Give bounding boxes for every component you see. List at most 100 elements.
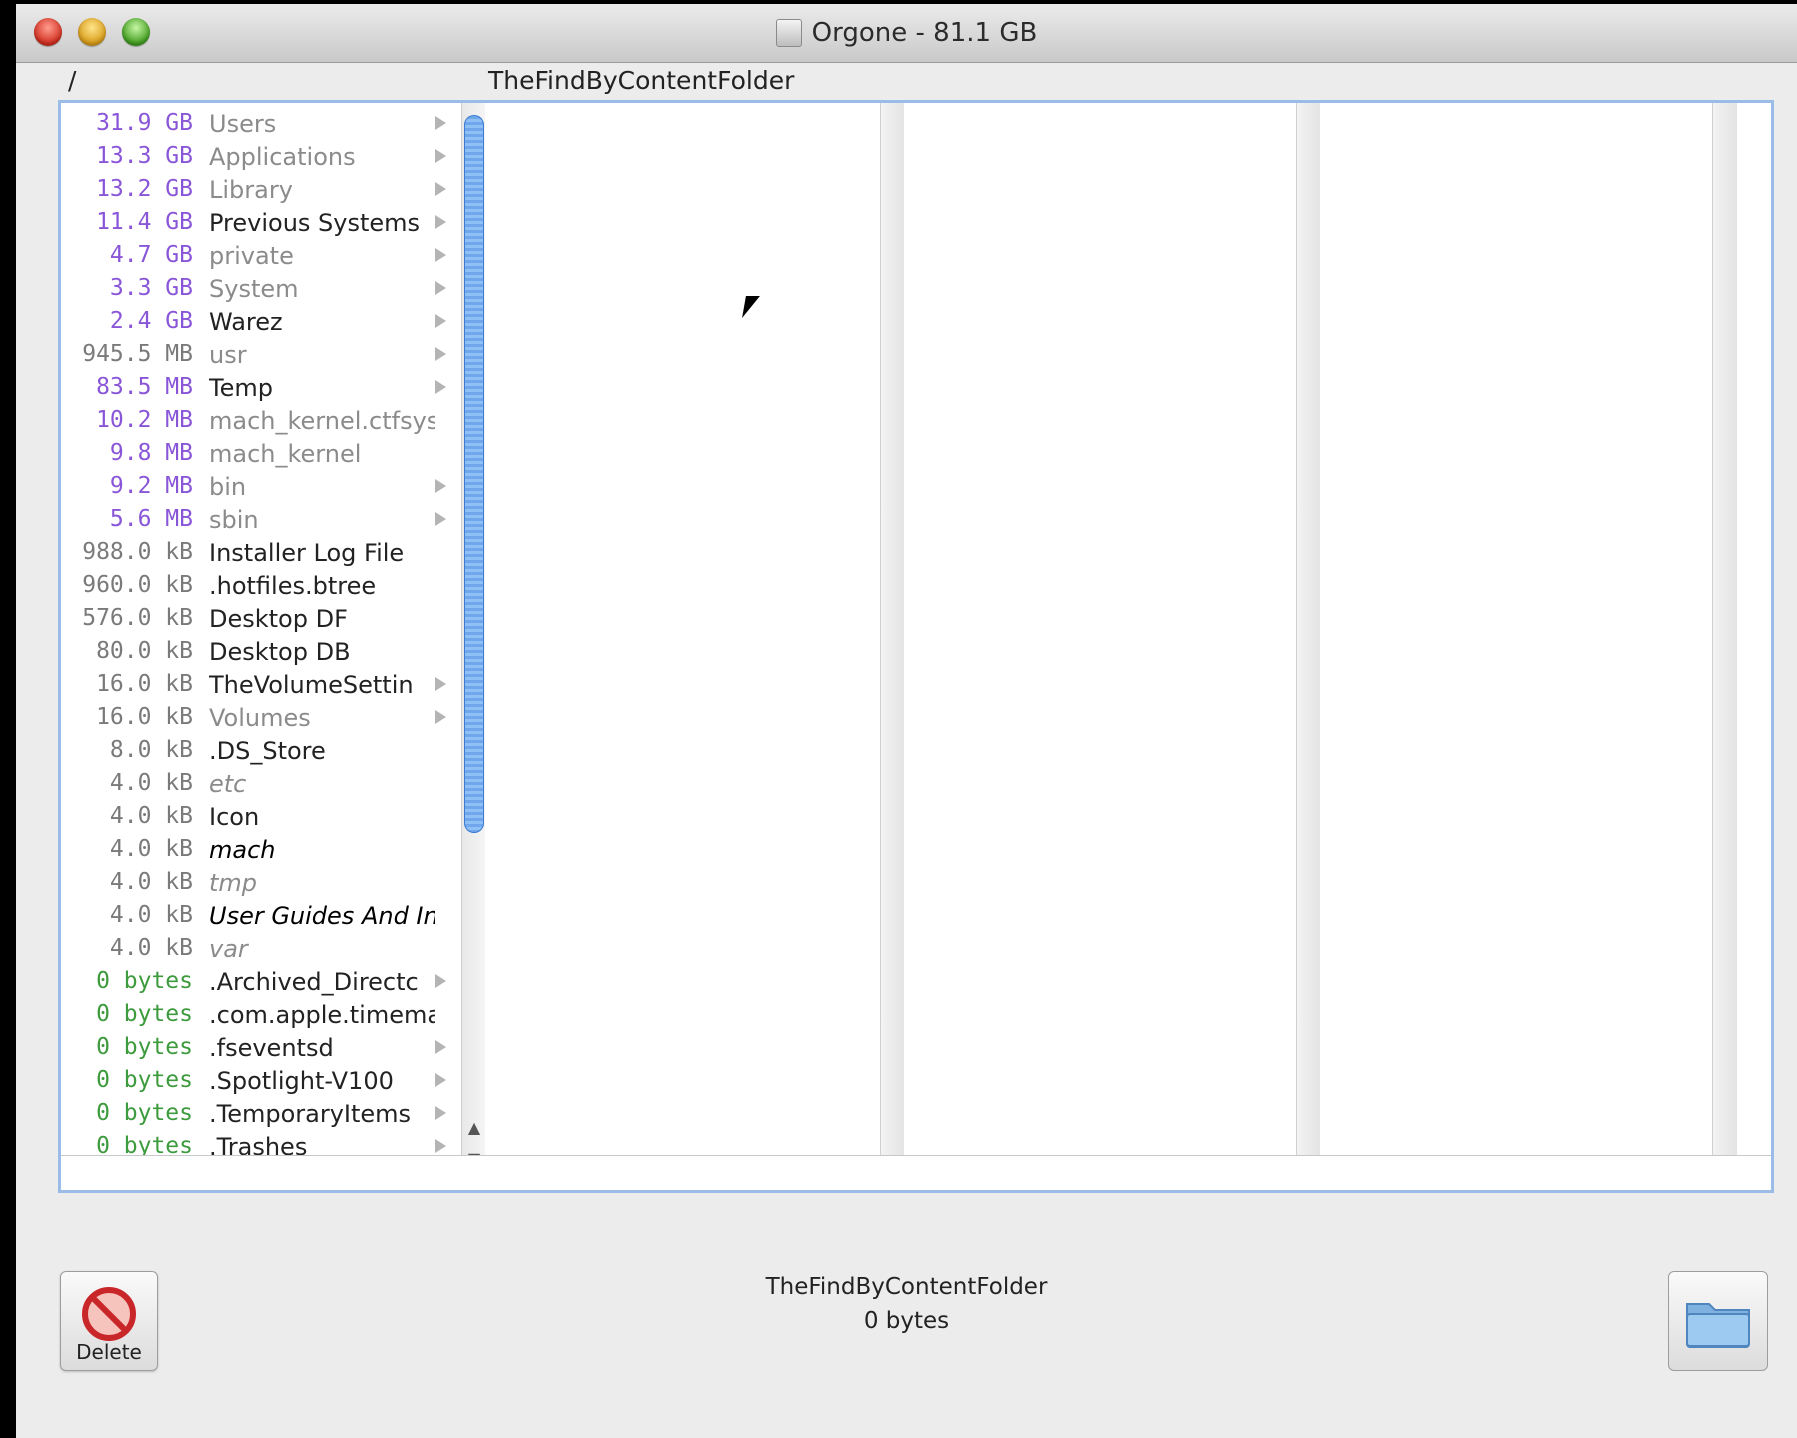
file-name: .Spotlight-V100 (209, 1067, 394, 1095)
disclosure-arrow-icon[interactable] (435, 974, 446, 988)
file-size: 4.0 kB (109, 770, 193, 796)
file-size: 0 bytes (96, 1034, 193, 1060)
file-row[interactable]: 960.0 kB .hotfiles.btree (61, 569, 461, 602)
disclosure-arrow-icon[interactable] (435, 248, 446, 262)
file-size: 13.2 GB (96, 176, 193, 202)
file-row[interactable]: 83.5 MB Temp (61, 371, 461, 404)
file-size: 16.0 kB (96, 671, 193, 697)
path-root[interactable]: / (68, 66, 76, 95)
file-row[interactable]: 4.0 kB tmp (61, 866, 461, 899)
file-name: var (209, 935, 248, 963)
file-row[interactable]: 11.4 GB Previous Systems (61, 206, 461, 239)
disclosure-arrow-icon[interactable] (435, 512, 446, 526)
file-row[interactable]: 0 bytes .Archived_Directc (61, 965, 461, 998)
scrollbar-thumb[interactable] (464, 115, 484, 833)
file-row[interactable]: 80.0 kB Desktop DB (61, 635, 461, 668)
file-row[interactable]: 0 bytes .fseventsd (61, 1031, 461, 1064)
disclosure-arrow-icon[interactable] (435, 479, 446, 493)
selection-size: 0 bytes (863, 1308, 950, 1334)
file-size: 2.4 GB (109, 308, 193, 334)
file-row[interactable]: 4.0 kB mach (61, 833, 461, 866)
folder-icon (1686, 1303, 1750, 1348)
file-row[interactable]: 16.0 kB TheVolumeSettin (61, 668, 461, 701)
file-name: sbin (209, 506, 259, 534)
disclosure-arrow-icon[interactable] (435, 1040, 446, 1054)
title-bar[interactable]: Orgone - 81.1 GB (16, 4, 1797, 63)
file-name: .hotfiles.btree (209, 572, 377, 600)
disclosure-arrow-icon[interactable] (435, 380, 446, 394)
file-row[interactable]: 31.9 GB Users (61, 107, 461, 140)
column-browser[interactable]: 31.9 GB Users 13.3 GB Applications 13.2 GB Li… (58, 100, 1774, 1193)
root-column[interactable]: 31.9 GB Users 13.3 GB Applications 13.2 GB Li… (61, 103, 462, 1190)
file-name: mach_kernel.ctfsys (209, 407, 435, 435)
file-row[interactable]: 0 bytes .com.apple.timema (61, 998, 461, 1031)
column-divider[interactable]: ⏸ (880, 103, 905, 1188)
file-name: System (209, 275, 299, 303)
file-size: 9.2 MB (109, 473, 193, 499)
file-row[interactable]: 4.0 kB var (61, 932, 461, 965)
vertical-scrollbar[interactable]: ▲ ▼ ⏸ (461, 103, 486, 1188)
disclosure-arrow-icon[interactable] (435, 215, 446, 229)
file-row[interactable]: 945.5 MB usr (61, 338, 461, 371)
column-3[interactable] (904, 103, 1321, 1188)
delete-label: Delete (76, 1340, 142, 1364)
reveal-folder-button[interactable] (1668, 1271, 1768, 1371)
file-size: 0 bytes (96, 1100, 193, 1126)
file-row[interactable]: 5.6 MB sbin (61, 503, 461, 536)
disclosure-arrow-icon[interactable] (435, 1073, 446, 1087)
file-row[interactable]: 4.0 kB Icon (61, 800, 461, 833)
disclosure-arrow-icon[interactable] (435, 182, 446, 196)
file-size: 960.0 kB (82, 572, 193, 598)
disclosure-arrow-icon[interactable] (435, 677, 446, 691)
disclosure-arrow-icon[interactable] (435, 1139, 446, 1153)
file-size: 4.0 kB (109, 902, 193, 928)
file-row[interactable]: 13.3 GB Applications (61, 140, 461, 173)
horizontal-scrollbar[interactable] (61, 1155, 1771, 1190)
file-row[interactable]: 13.2 GB Library (61, 173, 461, 206)
file-name: mach_kernel (209, 440, 362, 468)
file-row[interactable]: 10.2 MB mach_kernel.ctfsys (61, 404, 461, 437)
disclosure-arrow-icon[interactable] (435, 281, 446, 295)
disclosure-arrow-icon[interactable] (435, 347, 446, 361)
file-name: .DS_Store (209, 737, 326, 765)
file-row[interactable]: 4.0 kB User Guides And Inf (61, 899, 461, 932)
file-row[interactable]: 8.0 kB .DS_Store (61, 734, 461, 767)
file-row[interactable]: 4.7 GB private (61, 239, 461, 272)
disclosure-arrow-icon[interactable] (435, 1106, 446, 1120)
file-name: private (209, 242, 294, 270)
column-4[interactable] (1320, 103, 1737, 1188)
file-name: User Guides And Inf (209, 902, 435, 930)
disclosure-arrow-icon[interactable] (435, 314, 446, 328)
column-divider[interactable] (1712, 103, 1737, 1188)
file-name: Users (209, 110, 277, 138)
column-2[interactable] (485, 103, 906, 1188)
file-row[interactable]: 0 bytes .TemporaryItems (61, 1097, 461, 1130)
file-row[interactable]: 2.4 GB Warez (61, 305, 461, 338)
file-name: usr (209, 341, 247, 369)
file-size: 83.5 MB (96, 374, 193, 400)
selection-name: TheFindByContentFolder (765, 1274, 1048, 1300)
file-row[interactable]: 0 bytes .Spotlight-V100 (61, 1064, 461, 1097)
file-row[interactable]: 4.0 kB etc (61, 767, 461, 800)
file-name: Temp (209, 374, 273, 402)
file-size: 31.9 GB (96, 110, 193, 136)
disclosure-arrow-icon[interactable] (435, 116, 446, 130)
file-row[interactable]: 988.0 kB Installer Log File (61, 536, 461, 569)
file-row[interactable]: 9.2 MB bin (61, 470, 461, 503)
file-row[interactable]: 9.8 MB mach_kernel (61, 437, 461, 470)
file-name: Desktop DF (209, 605, 348, 633)
column-divider[interactable] (1296, 103, 1321, 1188)
file-row[interactable]: 576.0 kB Desktop DF (61, 602, 461, 635)
file-row[interactable]: 16.0 kB Volumes (61, 701, 461, 734)
scroll-up-arrow-icon[interactable]: ▲ (465, 1117, 483, 1139)
disclosure-arrow-icon[interactable] (435, 710, 446, 724)
file-name: mach (209, 836, 276, 864)
file-name: Library (209, 176, 293, 204)
selection-info: TheFindByContentFolder 0 bytes (16, 1270, 1797, 1338)
file-size: 0 bytes (96, 1067, 193, 1093)
disclosure-arrow-icon[interactable] (435, 149, 446, 163)
path-current-folder[interactable]: TheFindByContentFolder (488, 66, 794, 95)
file-size: 576.0 kB (82, 605, 193, 631)
file-size: 988.0 kB (82, 539, 193, 565)
file-row[interactable]: 3.3 GB System (61, 272, 461, 305)
